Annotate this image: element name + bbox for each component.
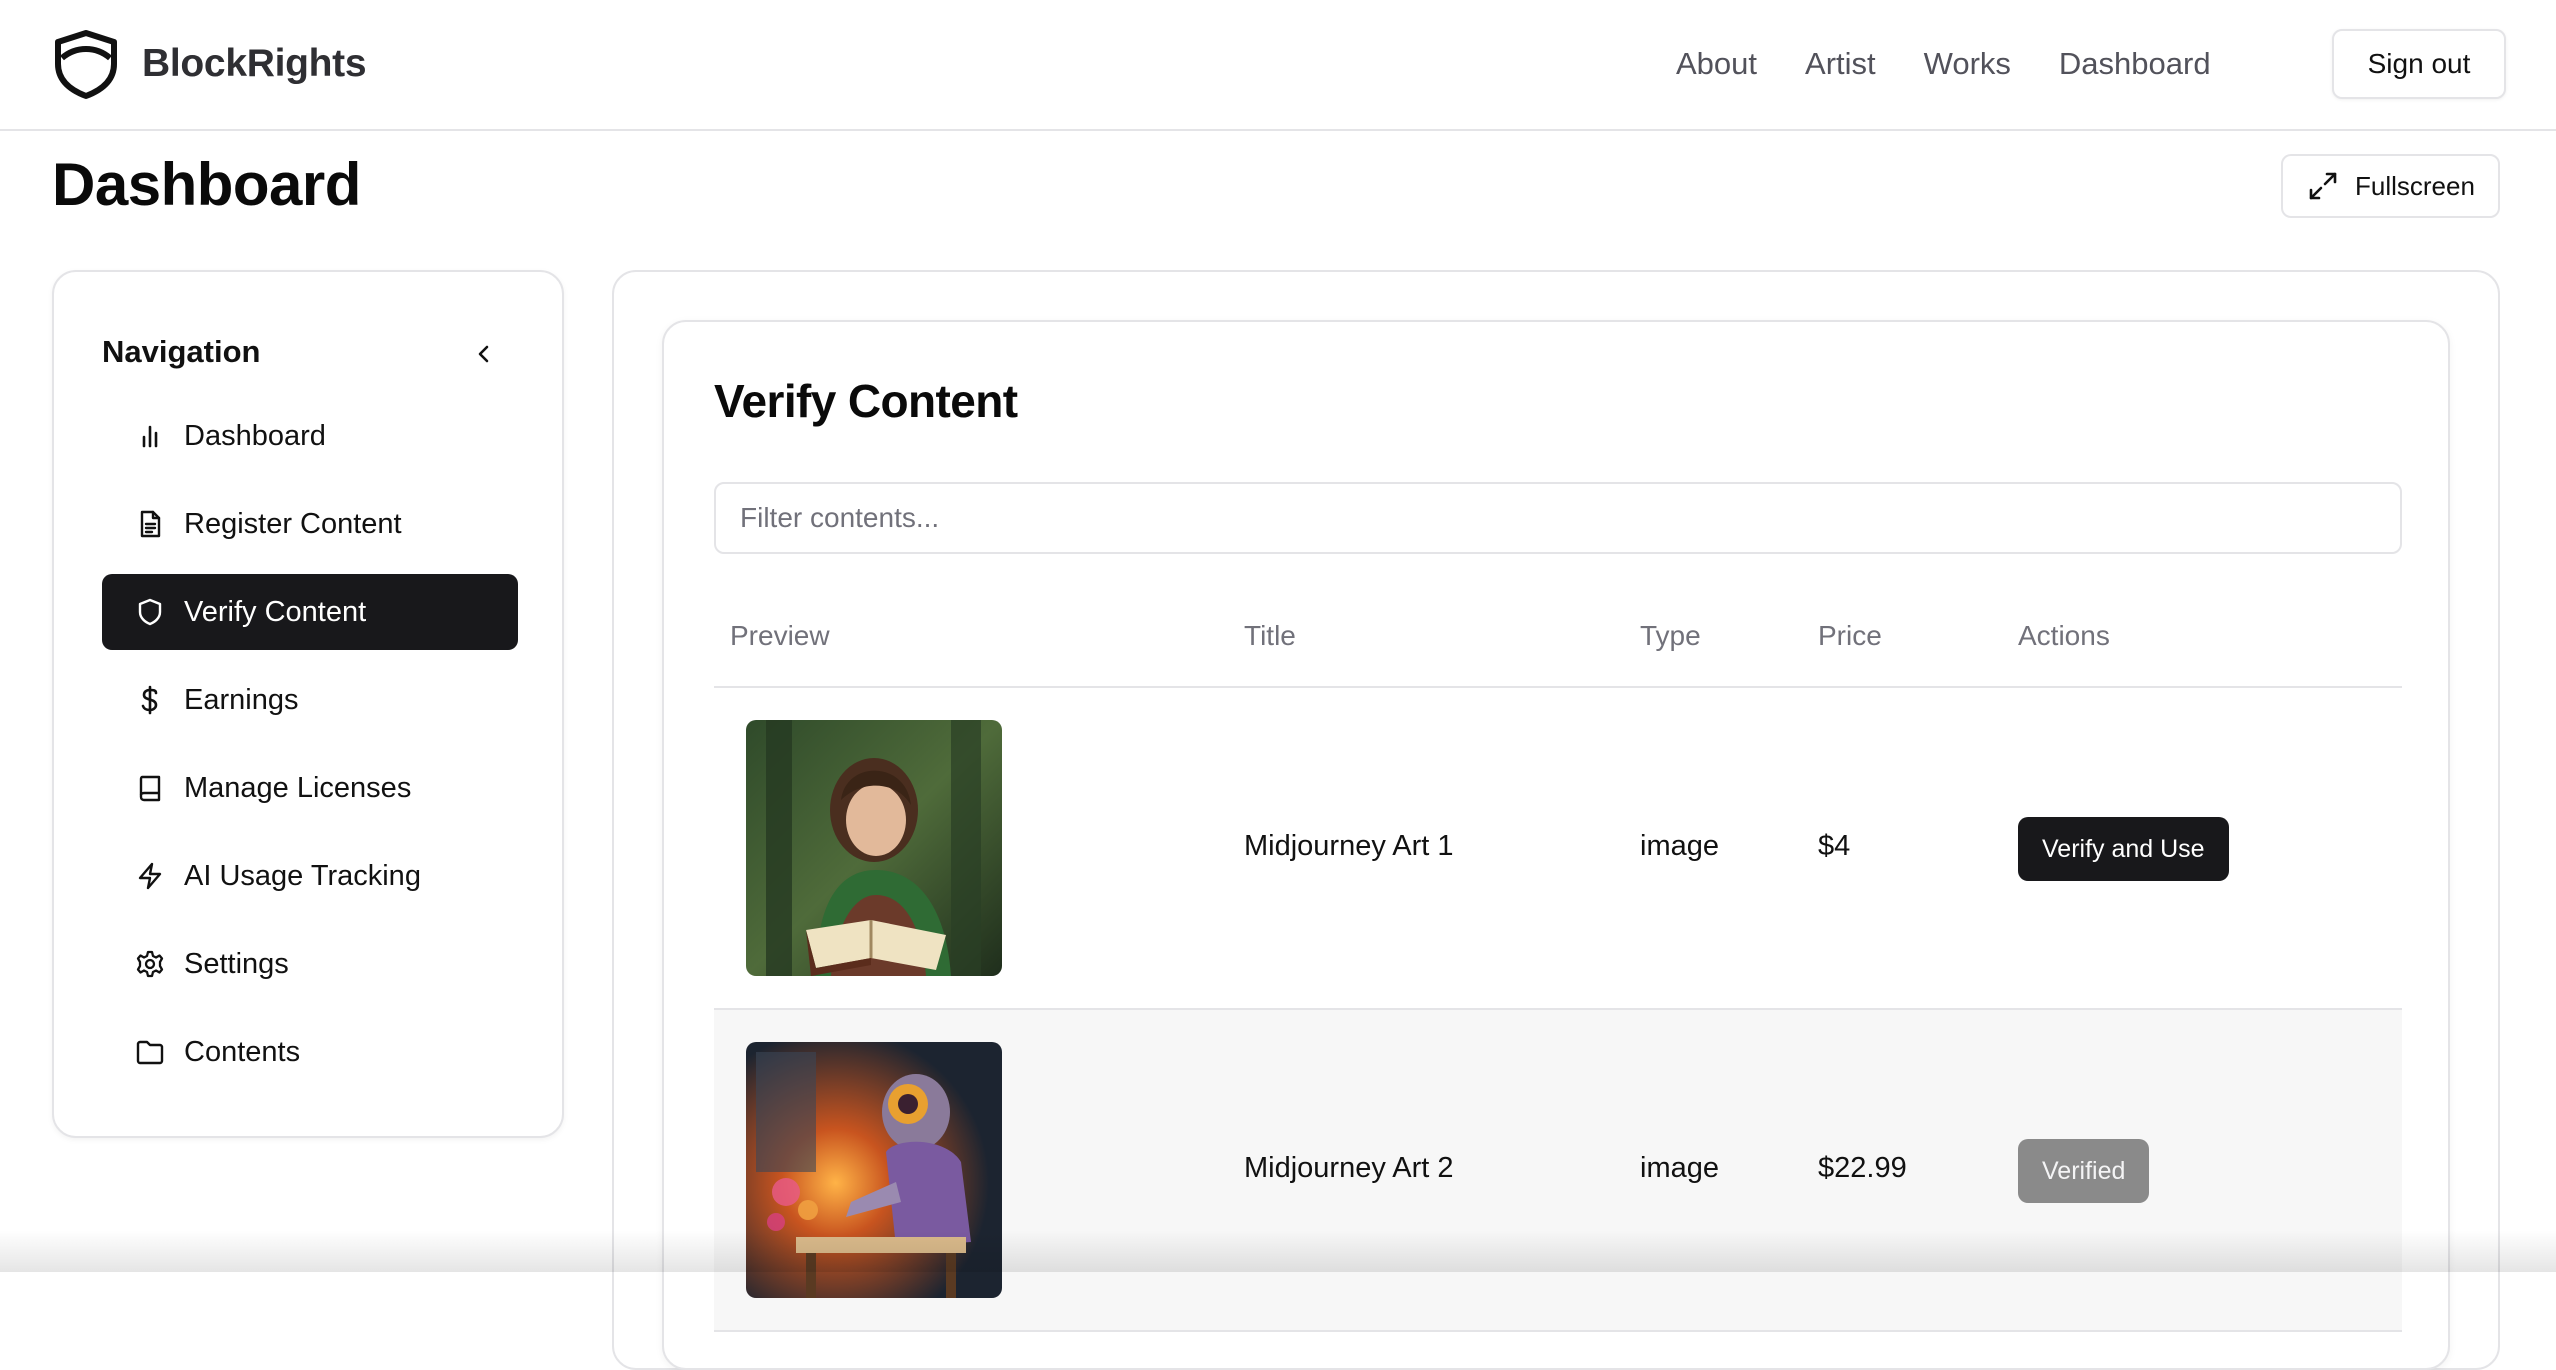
- file-text-icon: [134, 508, 166, 540]
- sidebar-item-label: Dashboard: [184, 419, 326, 452]
- card-title: Verify Content: [714, 375, 1018, 427]
- top-bar: BlockRights About Artist Works Dashboard…: [0, 0, 2556, 131]
- chevron-left-icon: [478, 345, 489, 363]
- sidebar-item-label: Earnings: [184, 683, 299, 716]
- verify-content-card: Verify Content Preview Title Type Price …: [662, 320, 2450, 1370]
- sidebar-heading: Navigation: [102, 334, 261, 369]
- column-header-actions: Actions: [2018, 620, 2110, 651]
- preview-thumbnail: [746, 720, 1002, 976]
- filter-input[interactable]: [714, 482, 2402, 554]
- nav-link-about[interactable]: About: [1676, 44, 1757, 84]
- sidebar-item-contents[interactable]: Contents: [102, 1014, 518, 1090]
- sidebar: Navigation Dashboard Register Content Ve…: [52, 270, 564, 1138]
- sidebar-item-verify-content[interactable]: Verify Content: [102, 574, 518, 650]
- sidebar-item-label: Register Content: [184, 507, 402, 540]
- brand[interactable]: BlockRights: [50, 28, 367, 100]
- sidebar-item-settings[interactable]: Settings: [102, 926, 518, 1002]
- sidebar-item-label: Verify Content: [184, 595, 367, 628]
- sidebar-collapse-button[interactable]: [464, 334, 504, 374]
- row-price: $22.99: [1818, 1152, 1907, 1184]
- page-title: Dashboard: [52, 151, 361, 218]
- table-header: Preview Title Type Price Actions: [714, 590, 2402, 688]
- sidebar-nav: Dashboard Register Content Verify Conten…: [102, 398, 518, 1102]
- table-row: Midjourney Art 1 image $4 Verify and Use: [714, 688, 2402, 1010]
- bar-chart-icon: [134, 420, 166, 452]
- nav-link-dashboard[interactable]: Dashboard: [2059, 44, 2211, 84]
- verify-and-use-button[interactable]: Verify and Use: [2018, 817, 2229, 881]
- column-header-preview: Preview: [730, 620, 830, 651]
- content-table: Preview Title Type Price Actions Midjour…: [714, 590, 2402, 1332]
- fullscreen-label: Fullscreen: [2355, 170, 2475, 201]
- brand-name: BlockRights: [142, 42, 367, 85]
- sign-out-button[interactable]: Sign out: [2332, 29, 2506, 99]
- column-header-title: Title: [1244, 620, 1296, 651]
- row-title: Midjourney Art 1: [1244, 830, 1454, 862]
- sidebar-item-ai-usage-tracking[interactable]: AI Usage Tracking: [102, 838, 518, 914]
- preview-thumbnail: [746, 1042, 1002, 1298]
- top-nav: About Artist Works Dashboard: [1676, 44, 2259, 84]
- nav-link-artist[interactable]: Artist: [1805, 44, 1876, 84]
- shield-logo-icon: [55, 30, 117, 99]
- column-header-price: Price: [1818, 620, 1882, 651]
- shield-icon: [134, 596, 166, 628]
- sidebar-item-label: Contents: [184, 1035, 301, 1068]
- row-price: $4: [1818, 830, 1851, 862]
- sidebar-item-label: AI Usage Tracking: [184, 859, 421, 892]
- sidebar-item-register-content[interactable]: Register Content: [102, 486, 518, 562]
- book-icon: [134, 772, 166, 804]
- gear-icon: [134, 948, 166, 980]
- sidebar-item-label: Manage Licenses: [184, 771, 412, 804]
- sidebar-item-label: Settings: [184, 947, 289, 980]
- fullscreen-button[interactable]: Fullscreen: [2281, 154, 2500, 218]
- sidebar-item-earnings[interactable]: Earnings: [102, 662, 518, 738]
- zap-icon: [134, 860, 166, 892]
- dollar-sign-icon: [134, 684, 166, 716]
- nav-link-works[interactable]: Works: [1924, 44, 2011, 84]
- column-header-type: Type: [1640, 620, 1701, 651]
- row-type: image: [1640, 1152, 1719, 1184]
- row-type: image: [1640, 830, 1719, 862]
- sidebar-item-dashboard[interactable]: Dashboard: [102, 398, 518, 474]
- table-row: Midjourney Art 2 image $22.99 Verified: [714, 1010, 2402, 1332]
- verified-status-button[interactable]: Verified: [2018, 1139, 2150, 1203]
- row-title: Midjourney Art 2: [1244, 1152, 1454, 1184]
- sidebar-item-manage-licenses[interactable]: Manage Licenses: [102, 750, 518, 826]
- folder-icon: [134, 1036, 166, 1068]
- expand-icon: [2309, 172, 2337, 200]
